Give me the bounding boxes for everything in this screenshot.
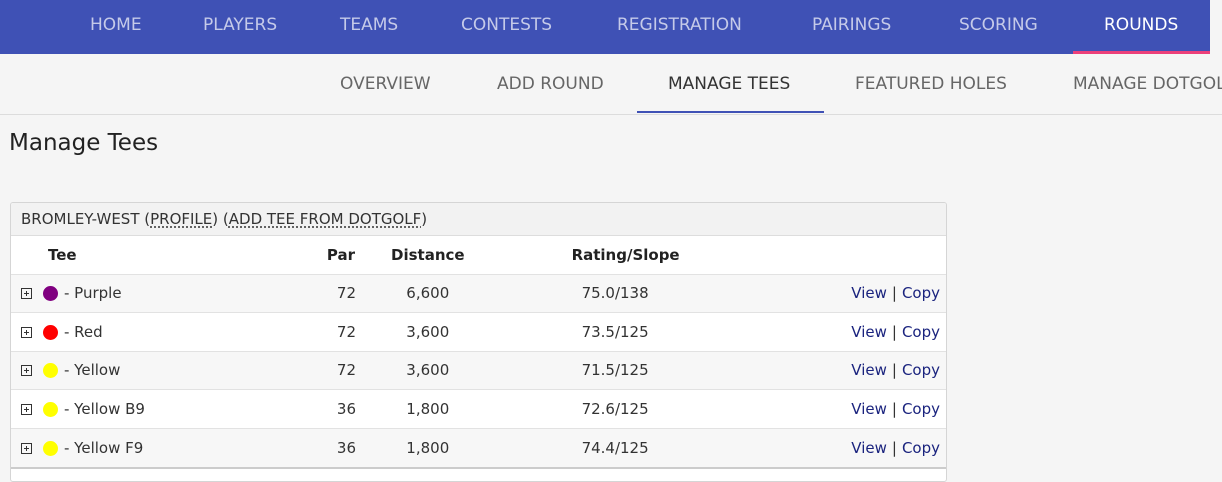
tee-cell: - Purple (11, 274, 221, 313)
tee-color-icon (43, 324, 58, 340)
tee-name: - Red (64, 322, 103, 341)
tee-cell: - Yellow F9 (11, 428, 221, 467)
expand-plus-icon[interactable] (21, 288, 32, 300)
table-header-row: Tee Par Distance Rating/Slope (11, 236, 946, 274)
expand-plus-icon[interactable] (21, 365, 32, 377)
sub-navigation: OVERVIEW ADD ROUND MANAGE TEES FEATURED … (0, 54, 1222, 115)
actions-cell: View | Copy (790, 428, 946, 467)
rating-slope-cell: 75.0/138 (581, 284, 649, 303)
nav-home[interactable]: HOME (90, 0, 142, 54)
top-navigation: HOME PLAYERS TEAMS CONTESTS REGISTRATION… (0, 0, 1211, 54)
actions-cell: View | Copy (790, 313, 946, 352)
table-row: - Yellow F9 36 1,800 74.4/125 View | Copy (11, 428, 946, 467)
tee-name: - Purple (64, 284, 122, 303)
table-row: - Purple 72 6,600 75.0/138 View | Copy (11, 274, 946, 313)
par-cell: 72 (336, 361, 356, 380)
view-link[interactable]: View (851, 400, 887, 418)
tees-panel: BROMLEY-WEST (PROFILE) (ADD TEE FROM DOT… (10, 202, 947, 482)
tab-active-indicator (637, 111, 824, 113)
profile-link[interactable]: PROFILE (150, 210, 212, 228)
separator: | (891, 322, 897, 341)
tab-manage-dotgolf[interactable]: MANAGE DOTGOLF (1073, 54, 1222, 114)
distance-cell: 1,800 (406, 399, 450, 418)
tee-color-icon (43, 286, 58, 302)
distance-cell: 6,600 (406, 284, 450, 303)
tee-color-icon (43, 401, 58, 417)
nav-scoring[interactable]: SCORING (959, 0, 1038, 54)
nav-pairings[interactable]: PAIRINGS (812, 0, 891, 54)
par-cell: 72 (336, 284, 356, 303)
rating-slope-cell: 73.5/125 (581, 322, 649, 341)
tab-manage-tees[interactable]: MANAGE TEES (668, 54, 790, 114)
nav-registration[interactable]: REGISTRATION (617, 0, 742, 54)
add-tee-link[interactable]: ADD TEE FROM DOTGOLF (229, 210, 422, 228)
table-row: - Red 72 3,600 73.5/125 View | Copy (11, 312, 946, 352)
view-link[interactable]: View (851, 439, 887, 457)
nav-teams[interactable]: TEAMS (340, 0, 398, 54)
separator: | (891, 399, 897, 418)
copy-link[interactable]: Copy (902, 400, 940, 418)
tee-color-icon (43, 363, 58, 379)
tees-table: Tee Par Distance Rating/Slope - Purple 7… (11, 236, 946, 467)
tee-name: - Yellow F9 (64, 438, 144, 457)
header-tee: Tee (48, 245, 77, 264)
tee-cell: - Yellow B9 (11, 390, 221, 429)
course-header: BROMLEY-WEST (PROFILE) (ADD TEE FROM DOT… (11, 203, 946, 236)
table-row: - Yellow B9 36 1,800 72.6/125 View | Copy (11, 389, 946, 429)
copy-link[interactable]: Copy (902, 284, 940, 302)
distance-cell: 3,600 (406, 361, 450, 380)
actions-cell: View | Copy (790, 274, 946, 313)
header-rating-slope: Rating/Slope (571, 245, 680, 264)
copy-link[interactable]: Copy (902, 361, 940, 379)
rating-slope-cell: 72.6/125 (581, 399, 649, 418)
tee-name: - Yellow B9 (64, 399, 145, 418)
view-link[interactable]: View (851, 284, 887, 302)
scrollbar-gutter (1210, 0, 1222, 54)
actions-cell: View | Copy (790, 390, 946, 429)
header-actions (790, 236, 946, 274)
par-cell: 36 (336, 438, 356, 457)
tab-featured-holes[interactable]: FEATURED HOLES (855, 54, 1007, 114)
nav-rounds[interactable]: ROUNDS (1104, 0, 1178, 54)
view-link[interactable]: View (851, 361, 887, 379)
header-distance: Distance (391, 245, 465, 264)
distance-cell: 1,800 (406, 438, 450, 457)
copy-link[interactable]: Copy (902, 323, 940, 341)
separator: | (891, 438, 897, 457)
rating-slope-cell: 74.4/125 (581, 438, 649, 457)
tee-color-icon (43, 440, 58, 456)
distance-cell: 3,600 (406, 322, 450, 341)
panel-divider (11, 467, 946, 469)
actions-cell: View | Copy (790, 351, 946, 390)
rating-slope-cell: 71.5/125 (581, 361, 649, 380)
expand-plus-icon[interactable] (21, 326, 32, 338)
nav-contests[interactable]: CONTESTS (461, 0, 552, 54)
expand-plus-icon[interactable] (21, 403, 32, 415)
tee-cell: - Yellow (11, 351, 221, 390)
header-par: Par (326, 245, 355, 264)
tee-rows: - Purple 72 6,600 75.0/138 View | Copy - R… (11, 274, 946, 467)
separator: | (891, 284, 897, 303)
tee-cell: - Red (11, 313, 221, 352)
nav-players[interactable]: PLAYERS (203, 0, 277, 54)
course-name: BROMLEY-WEST (21, 210, 140, 228)
par-cell: 36 (336, 399, 356, 418)
expand-plus-icon[interactable] (21, 442, 32, 454)
separator: | (891, 361, 897, 380)
view-link[interactable]: View (851, 323, 887, 341)
par-cell: 72 (336, 322, 356, 341)
tee-name: - Yellow (64, 361, 121, 380)
tab-add-round[interactable]: ADD ROUND (497, 54, 604, 114)
tab-overview[interactable]: OVERVIEW (340, 54, 431, 114)
copy-link[interactable]: Copy (902, 439, 940, 457)
table-row: - Yellow 72 3,600 71.5/125 View | Copy (11, 351, 946, 390)
page-title: Manage Tees (9, 130, 159, 156)
